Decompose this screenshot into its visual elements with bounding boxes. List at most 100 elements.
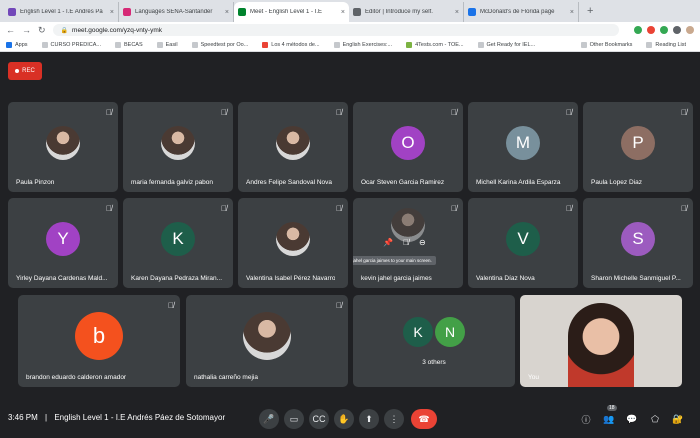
browser-tab[interactable]: McDonald's de Florida page × <box>464 2 579 22</box>
mic-off-icon: 🎙̸ <box>451 108 457 117</box>
captions-button[interactable]: CC <box>309 409 329 429</box>
participant-name: Paula Lopez Diaz <box>591 179 642 186</box>
folder-icon <box>41 41 48 48</box>
present-button[interactable]: ⬆ <box>359 409 379 429</box>
mic-icon: 🎤 <box>263 413 275 424</box>
microphone-button[interactable]: 🎤 <box>259 409 279 429</box>
close-tab-icon[interactable]: × <box>110 9 114 16</box>
participant-tile[interactable]: K 🎙̸ Karen Dayana Pedraza Miran... <box>123 198 233 288</box>
close-tab-icon[interactable]: × <box>570 9 574 16</box>
participant-tile[interactable]: 🎙̸ Andres Felipe Sandoval Nova <box>238 102 348 192</box>
remove-icon[interactable]: ⊖ <box>419 238 426 247</box>
reload-icon[interactable]: ↻ <box>38 25 46 36</box>
participant-tile[interactable]: Y 🎙̸ Yirley Dayana Cardenas Mald... <box>8 198 118 288</box>
host-controls-button[interactable]: 🔐 <box>670 411 686 427</box>
participant-name: brandon eduardo calderon amador <box>26 374 127 381</box>
browser-tab[interactable]: English Level 1 - I.E Andrés Pá × <box>4 2 119 22</box>
participant-name: maria fernanda galviz pabon <box>131 179 214 186</box>
participant-tile[interactable]: S 🎙̸ Sharon Michelle Sanmiguel P... <box>583 198 693 288</box>
meeting-details-button[interactable]: ⓘ <box>578 411 594 427</box>
browser-tab[interactable]: Languages SENA-Santander × <box>119 2 234 22</box>
participant-tile[interactable]: 🎙̸ nathalia carreño mejia <box>186 295 348 387</box>
bookmark-item[interactable]: Los 4 métodos de... <box>262 41 320 48</box>
participants-button[interactable]: 👥 18 <box>601 405 617 427</box>
close-tab-icon[interactable]: × <box>455 9 459 16</box>
extension-icon[interactable] <box>634 26 642 34</box>
bookmark-item[interactable]: Apps <box>6 41 28 48</box>
activities-button[interactable]: ⬠ <box>647 411 663 427</box>
mic-off-icon: 🎙̸ <box>106 204 112 213</box>
bookmark-item[interactable]: 4Tests.com - TOE... <box>406 41 464 48</box>
tab-favicon-icon <box>468 8 476 16</box>
site-icon <box>406 41 413 48</box>
participant-avatar: P <box>621 125 655 160</box>
participant-tile[interactable]: 🎙̸ Paula Pinzon <box>8 102 118 192</box>
participant-tile[interactable]: 🎙̸ maria fernanda galviz pabon <box>123 102 233 192</box>
mic-off-icon: 🎙̸ <box>566 108 572 117</box>
bookmark-item[interactable]: English Exercises:... <box>333 41 392 48</box>
mic-off-icon: 🎙̸ <box>221 108 227 117</box>
bookmark-item[interactable]: Easil <box>156 41 178 48</box>
separator: | <box>45 413 48 422</box>
leave-call-button[interactable]: ☎ <box>411 409 437 429</box>
url-field[interactable]: 🔒 meet.google.com/yzq-vnty-ymk <box>52 24 619 36</box>
forward-icon[interactable]: → <box>22 25 31 35</box>
self-view-tile[interactable]: You <box>520 295 682 387</box>
folder-icon <box>114 41 121 48</box>
raise-hand-button[interactable]: ✋ <box>334 409 354 429</box>
pin-tooltip: Pin kevin jahel garcia jaimes to your ma… <box>353 256 436 265</box>
participant-avatar <box>46 125 80 160</box>
other-bookmarks[interactable]: Other Bookmarks <box>580 41 632 48</box>
participant-name: Karen Dayana Pedraza Miran... <box>131 275 223 282</box>
close-tab-icon[interactable]: × <box>341 9 345 16</box>
bookmark-item[interactable]: BECAS <box>114 41 143 48</box>
others-tile[interactable]: K N 3 others <box>353 295 515 387</box>
participant-tile[interactable]: P 🎙̸ Paula Lopez Diaz <box>583 102 693 192</box>
tab-title: Editor | Introduce my self. <box>365 9 433 15</box>
tile-hover-controls: 📌 🎙̸ ⊖ <box>383 238 426 247</box>
close-tab-icon[interactable]: × <box>225 9 229 16</box>
new-tab-button[interactable]: + <box>587 5 593 17</box>
browser-tab-active[interactable]: Meet - English Level 1 - I.E × <box>234 2 349 22</box>
browser-tab[interactable]: Editor | Introduce my self. × <box>349 2 464 22</box>
tab-title: English Level 1 - I.E Andrés Pá <box>20 9 103 15</box>
participant-avatar: S <box>621 221 655 256</box>
chat-icon: 💬 <box>626 413 638 424</box>
puzzle-icon[interactable] <box>673 26 681 34</box>
participant-tile[interactable]: b 🎙̸ brandon eduardo calderon amador <box>18 295 180 387</box>
participant-name: Valentina Díaz Nova <box>476 275 535 282</box>
participant-tile-hovered[interactable]: 🎙̸ 📌 🎙̸ ⊖ Pin kevin jahel garcia jaimes … <box>353 198 463 288</box>
participant-tile[interactable]: V 🎙̸ Valentina Díaz Nova <box>468 198 578 288</box>
back-icon[interactable]: ← <box>6 25 15 35</box>
bookmark-item[interactable]: CURSO PREDICA... <box>41 41 101 48</box>
participant-avatar: N <box>435 317 465 347</box>
bookmark-item[interactable]: Speedtest por Oo... <box>191 41 248 48</box>
participant-name: Yirley Dayana Cardenas Mald... <box>16 275 108 282</box>
address-bar-row: ← → ↻ 🔒 meet.google.com/yzq-vnty-ymk <box>0 22 700 38</box>
camera-button[interactable]: ▭ <box>284 409 304 429</box>
profile-avatar[interactable] <box>686 26 694 34</box>
chat-button[interactable]: 💬 <box>624 411 640 427</box>
tab-title: Languages SENA-Santander <box>135 9 213 15</box>
bookmark-item[interactable]: Get Ready for IEL... <box>477 41 535 48</box>
meeting-title: English Level 1 - I.E Andrés Páez de Sot… <box>54 413 226 422</box>
pin-icon[interactable]: 📌 <box>383 238 393 247</box>
participant-avatar <box>276 125 310 160</box>
shapes-icon: ⬠ <box>651 413 659 424</box>
reading-list[interactable]: Reading List <box>646 41 686 48</box>
participant-tile[interactable]: O 🎙̸ Ocar Steven Garcia Ramirez <box>353 102 463 192</box>
participant-avatar: V <box>506 221 540 256</box>
extension-icon[interactable] <box>660 26 668 34</box>
hang-up-icon: ☎ <box>418 413 430 424</box>
more-options-button[interactable]: ⋮ <box>384 409 404 429</box>
mic-off-icon: 🎙̸ <box>451 204 457 213</box>
captions-icon: CC <box>312 414 326 424</box>
participant-tile[interactable]: 🎙̸ Valentina Isabel Pérez Navarro <box>238 198 348 288</box>
mute-participant-icon[interactable]: 🎙̸ <box>403 238 409 247</box>
extension-icon[interactable] <box>647 26 655 34</box>
participant-tile[interactable]: M 🎙̸ Michell Karina Ardila Esparza <box>468 102 578 192</box>
easil-icon <box>156 41 163 48</box>
meeting-info: 3:46 PM | English Level 1 - I.E Andrés P… <box>8 413 225 422</box>
clock: 3:46 PM <box>8 413 38 422</box>
present-icon: ⬆ <box>365 413 373 424</box>
